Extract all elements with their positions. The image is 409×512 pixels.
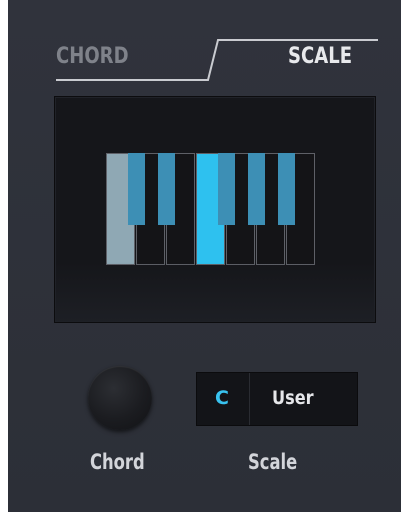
black-key-g-sharp[interactable] [248, 153, 265, 225]
scale-display [54, 96, 376, 323]
tab-scale[interactable]: SCALE [288, 44, 352, 69]
scale-label: Scale [248, 450, 298, 474]
root-note-value: C [215, 387, 229, 409]
scale-type-selector[interactable]: User [250, 373, 357, 425]
scale-panel: CHORD SCALE Chord C User Scale [8, 0, 401, 512]
chord-knob[interactable] [88, 366, 152, 430]
scale-selector: C User [196, 372, 358, 426]
tab-chord[interactable]: CHORD [56, 44, 129, 69]
black-key-f-sharp[interactable] [218, 153, 235, 225]
chord-label: Chord [90, 450, 145, 474]
black-key-a-sharp[interactable] [278, 153, 295, 225]
black-key-c-sharp[interactable] [128, 153, 145, 225]
root-note-selector[interactable]: C [197, 373, 250, 425]
scale-type-value: User [272, 387, 314, 409]
black-key-d-sharp[interactable] [158, 153, 175, 225]
keyboard [106, 153, 316, 265]
display-floor-glow [55, 262, 375, 322]
